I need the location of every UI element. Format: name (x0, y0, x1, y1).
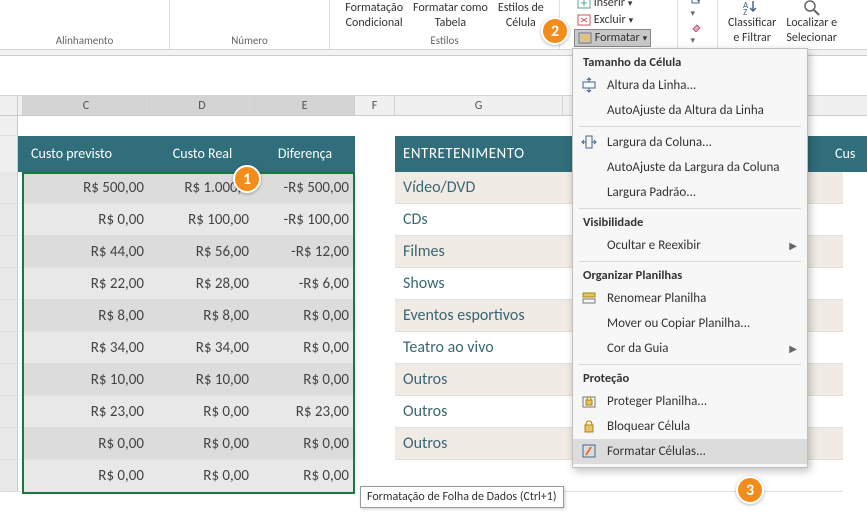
cell[interactable]: R$ 8,00 (23, 300, 150, 332)
cell[interactable]: R$ 23,00 (23, 396, 150, 428)
cell[interactable]: R$ 0,00 (255, 300, 355, 332)
cell[interactable]: R$ 0,00 (255, 332, 355, 364)
group-label-estilos: Estilos (336, 32, 553, 47)
col-header[interactable]: D (150, 96, 255, 115)
dd-protect-sheet[interactable]: Proteger Planilha... (573, 389, 807, 414)
cell[interactable]: R$ 0,00 (255, 428, 355, 460)
col-width-icon (581, 134, 597, 150)
cell[interactable]: R$ 0,00 (23, 460, 150, 492)
format-dropdown-menu: Tamanho da Célula Altura da Linha... Aut… (572, 48, 808, 468)
dd-format-cells[interactable]: Formatar Células... (573, 439, 807, 464)
cell[interactable]: R$ 500,00 (23, 172, 150, 204)
format-cells-button[interactable]: Formatar▾ (574, 29, 651, 47)
rename-icon (581, 290, 597, 306)
format-icon (578, 32, 592, 44)
svg-text:Z: Z (743, 7, 747, 16)
col-header[interactable]: G (395, 96, 563, 115)
find-select-icon (800, 0, 824, 16)
fill-icon[interactable]: ▾ (690, 0, 704, 20)
dd-move-copy-sheet[interactable]: Mover ou Copiar Planilha... (573, 311, 807, 336)
lock-icon (581, 418, 597, 434)
cell-styles-button[interactable]: Estilos de Célula (494, 0, 548, 32)
delete-cells-button[interactable]: Excluir▾ (574, 12, 651, 28)
dd-section-visibility: Visibilidade (573, 212, 807, 233)
dd-row-height[interactable]: Altura da Linha... (573, 73, 807, 98)
group-label-alinhamento: Alinhamento (6, 32, 163, 47)
header-diferenca: Diferença (255, 136, 355, 172)
cell[interactable]: R$ 0,00 (255, 460, 355, 492)
dd-tab-color[interactable]: Cor da Guia▶ (573, 336, 807, 361)
find-select-button[interactable]: Localizar e Selecionar (782, 0, 841, 47)
sort-filter-icon: AZ (740, 0, 764, 16)
insert-cells-button[interactable]: Inserir▾ (574, 0, 651, 11)
dd-hide-unhide[interactable]: Ocultar e Reexibir▶ (573, 233, 807, 258)
callout-3: 3 (736, 476, 764, 504)
cell[interactable]: R$ 22,00 (23, 268, 150, 300)
dd-autofit-row-height[interactable]: AutoAjuste da Altura da Linha (573, 98, 807, 123)
row-height-icon (581, 77, 597, 93)
cell[interactable]: R$ 0,00 (23, 428, 150, 460)
ribbon: Alinhamento Número Formatação Condiciona… (0, 0, 867, 50)
callout-1: 1 (233, 165, 261, 193)
cell[interactable]: R$ 10,00 (23, 364, 150, 396)
dd-autofit-column-width[interactable]: AutoAjuste da Largura da Coluna (573, 155, 807, 180)
cell[interactable]: R$ 0,00 (150, 428, 255, 460)
col-header[interactable]: C (23, 96, 150, 115)
cell[interactable]: R$ 0,00 (150, 396, 255, 428)
cell[interactable]: R$ 0,00 (150, 460, 255, 492)
cell[interactable]: R$ 28,00 (150, 268, 255, 300)
chevron-right-icon: ▶ (789, 239, 797, 252)
col-header[interactable]: E (255, 96, 355, 115)
cell[interactable]: R$ 44,00 (23, 236, 150, 268)
cell[interactable]: R$ 56,00 (150, 236, 255, 268)
delete-icon (577, 14, 591, 26)
cell[interactable]: R$ 34,00 (23, 332, 150, 364)
header-partial-right: Cus (827, 136, 867, 172)
dd-default-width[interactable]: Largura Padrão... (573, 180, 807, 205)
col-header[interactable]: F (355, 96, 395, 115)
protect-icon (581, 393, 597, 409)
cell[interactable]: R$ 10,00 (150, 364, 255, 396)
cell[interactable]: -R$ 500,00 (255, 172, 355, 204)
callout-2: 2 (541, 17, 569, 45)
dd-section-organize: Organizar Planilhas (573, 265, 807, 286)
format-as-table-button[interactable]: Formatar como Tabela (409, 0, 492, 32)
cell[interactable]: R$ 0,00 (255, 364, 355, 396)
header-custo-previsto: Custo previsto (23, 136, 150, 172)
dd-column-width[interactable]: Largura da Coluna... (573, 130, 807, 155)
sort-filter-button[interactable]: AZ Classificar e Filtrar (724, 0, 780, 47)
cell[interactable]: R$ 8,00 (150, 300, 255, 332)
tooltip: Formatação de Folha de Dados (Ctrl+1) (360, 486, 564, 508)
cell[interactable]: -R$ 6,00 (255, 268, 355, 300)
cell[interactable]: R$ 23,00 (255, 396, 355, 428)
cell[interactable]: -R$ 100,00 (255, 204, 355, 236)
clear-icon[interactable]: ▾ (690, 21, 704, 47)
insert-icon (577, 0, 591, 9)
cell[interactable]: -R$ 12,00 (255, 236, 355, 268)
cell[interactable]: R$ 0,00 (23, 204, 150, 236)
group-label-numero: Número (176, 32, 323, 47)
dd-section-protection: Proteção (573, 368, 807, 389)
dd-section-cell-size: Tamanho da Célula (573, 52, 807, 73)
dd-rename-sheet[interactable]: Renomear Planilha (573, 286, 807, 311)
cell[interactable]: R$ 34,00 (150, 332, 255, 364)
cell[interactable]: R$ 100,00 (150, 204, 255, 236)
chevron-right-icon: ▶ (789, 342, 797, 355)
format-cells-icon (581, 443, 597, 459)
dd-lock-cell[interactable]: Bloquear Célula (573, 414, 807, 439)
conditional-formatting-button[interactable]: Formatação Condicional (341, 0, 407, 32)
